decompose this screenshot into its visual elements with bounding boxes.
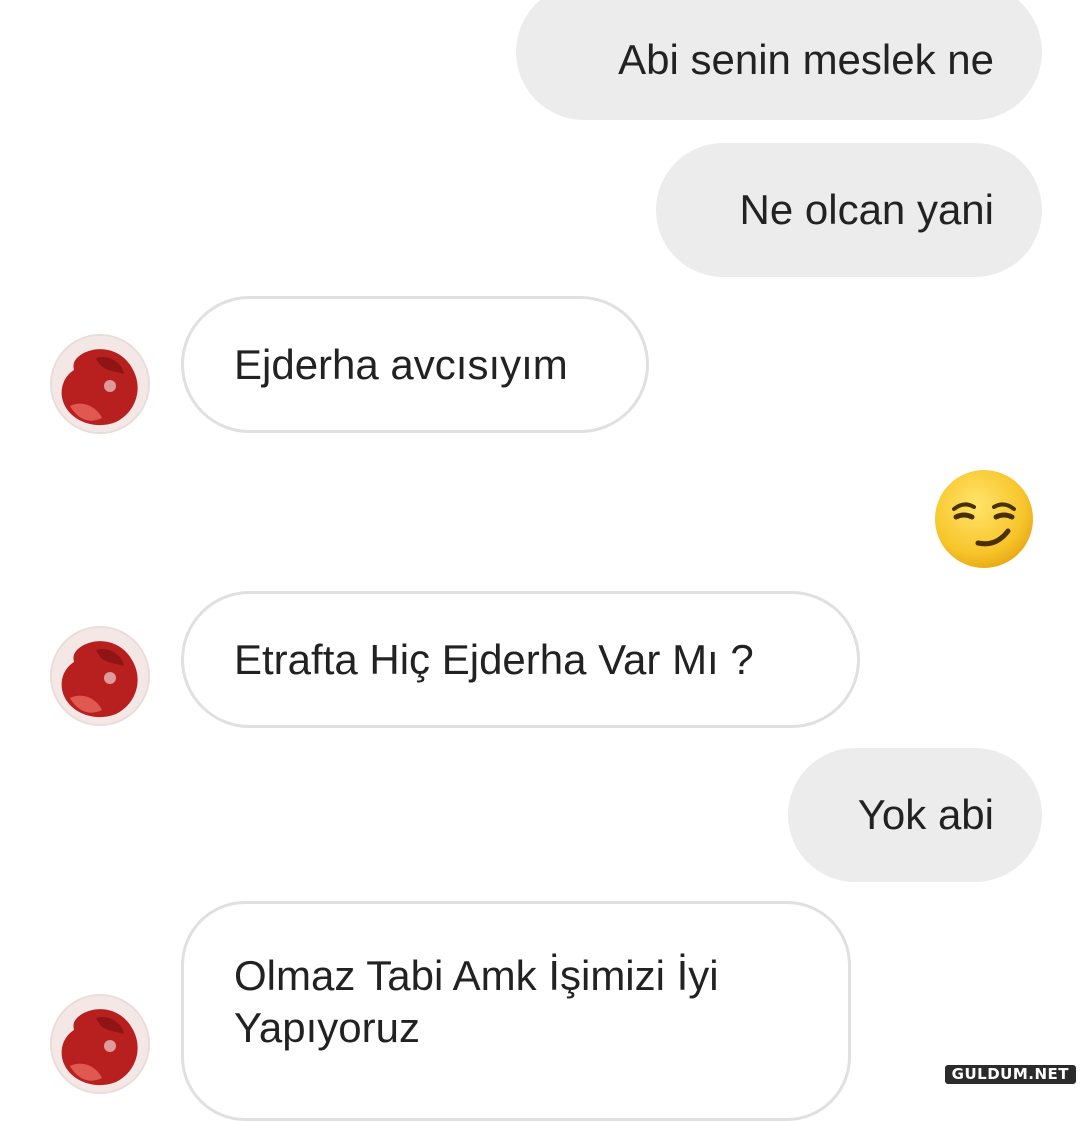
outgoing-message-bubble[interactable]: Yok abi — [788, 748, 1042, 882]
incoming-message-bubble[interactable]: Olmaz Tabi Amk İşimizi İyi Yapıyoruz — [181, 901, 851, 1121]
outgoing-message-bubble[interactable]: Abi senin meslek ne — [516, 0, 1042, 120]
message-text: Etrafta Hiç Ejderha Var Mı ? — [234, 635, 754, 683]
message-text: Ejderha avcısıyım — [234, 340, 568, 388]
contact-avatar[interactable] — [52, 336, 148, 432]
contact-avatar-icon — [52, 996, 148, 1092]
contact-avatar[interactable] — [52, 996, 148, 1092]
smirking-face-emoji[interactable] — [932, 467, 1036, 571]
contact-avatar-icon — [52, 628, 148, 724]
message-text: Yok abi — [857, 791, 994, 838]
smirking-face-icon — [935, 470, 1033, 568]
watermark-logo: GULDUM.NET — [944, 1065, 1076, 1084]
contact-avatar[interactable] — [52, 628, 148, 724]
message-text: Abi senin meslek ne — [618, 36, 994, 83]
message-text: Ne olcan yani — [739, 186, 994, 233]
outgoing-message-bubble[interactable]: Ne olcan yani — [656, 143, 1042, 277]
message-text: Olmaz Tabi Amk İşimizi İyi Yapıyoruz — [234, 952, 719, 1051]
contact-avatar-icon — [52, 336, 148, 432]
incoming-message-bubble[interactable]: Ejderha avcısıyım — [181, 296, 649, 433]
incoming-message-bubble[interactable]: Etrafta Hiç Ejderha Var Mı ? — [181, 591, 860, 728]
